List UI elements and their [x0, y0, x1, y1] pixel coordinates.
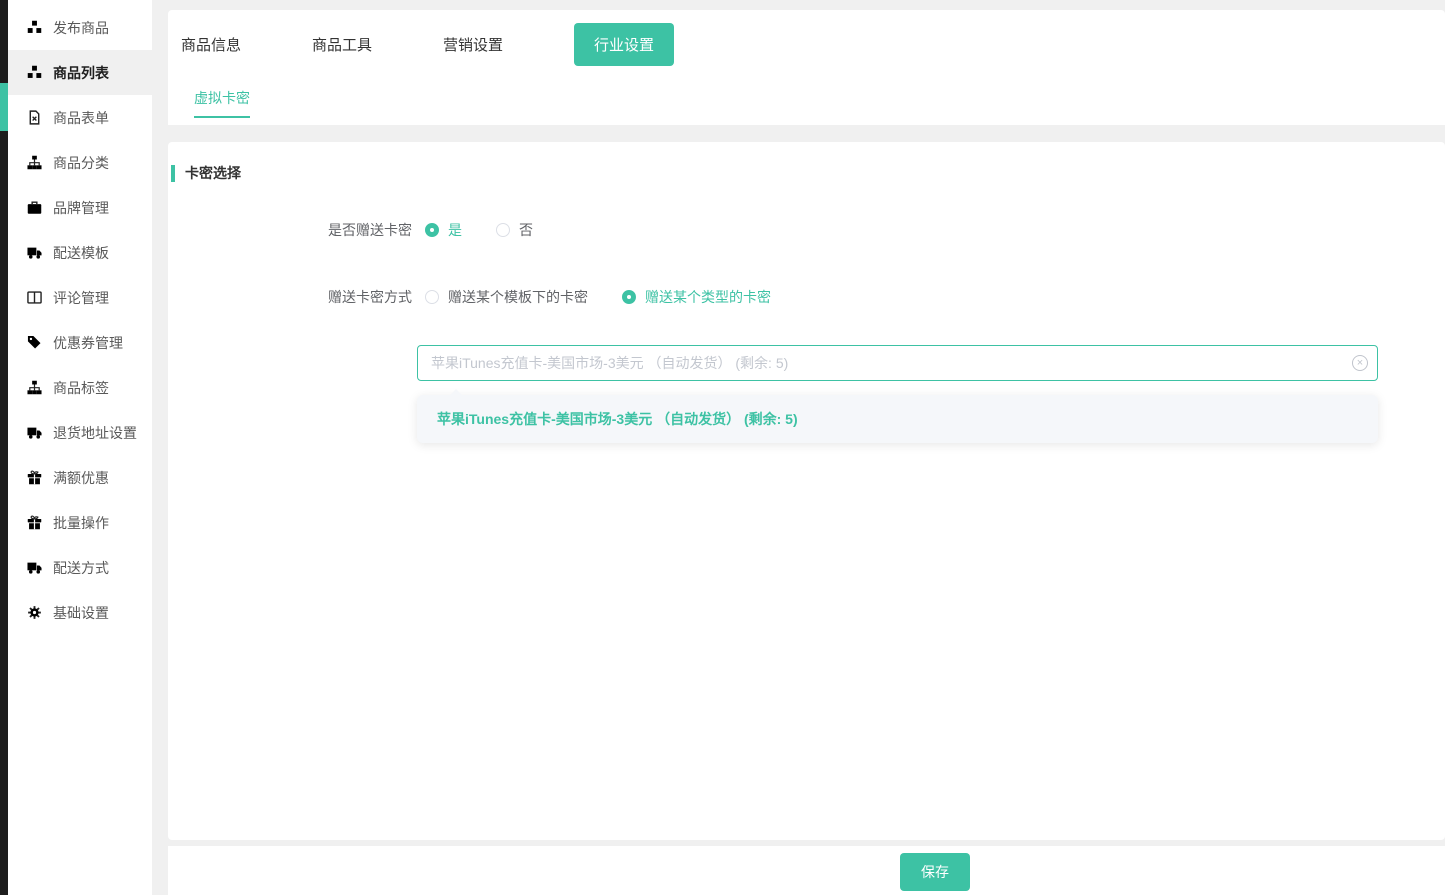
truck-icon — [27, 245, 42, 260]
sidebar-item-return-address-settings[interactable]: 退货地址设置 — [8, 410, 152, 455]
sidebar-item-label: 评论管理 — [53, 288, 109, 308]
form-row-gift-question: 是否赠送卡密 是 否 — [168, 218, 533, 242]
section-title: 卡密选择 — [185, 163, 241, 183]
card-select-field — [417, 345, 1378, 381]
cubes-icon — [27, 65, 42, 80]
sidebar-item-brand-management[interactable]: 品牌管理 — [8, 185, 152, 230]
radio-label: 赠送某个类型的卡密 — [645, 287, 771, 307]
radio-gift-yes[interactable]: 是 — [425, 220, 462, 240]
radio-selected-icon — [425, 223, 439, 237]
radio-label: 赠送某个模板下的卡密 — [448, 287, 588, 307]
gift-method-label: 赠送卡密方式 — [168, 287, 412, 307]
radio-gift-no[interactable]: 否 — [496, 220, 533, 240]
sidebar-item-product-form[interactable]: 商品表单 — [8, 95, 152, 140]
truck-icon — [27, 560, 42, 575]
sidebar-item-label: 发布商品 — [53, 18, 109, 38]
sidebar-item-label: 基础设置 — [53, 603, 109, 623]
sidebar-item-label: 商品列表 — [53, 63, 109, 83]
sitemap-icon — [27, 380, 42, 395]
sidebar-item-label: 商品标签 — [53, 378, 109, 398]
sidebar-item-basic-settings[interactable]: 基础设置 — [8, 590, 152, 635]
card-select-input[interactable] — [417, 345, 1378, 381]
sitemap-icon — [27, 155, 42, 170]
main-area: 商品信息 商品工具 营销设置 行业设置 虚拟卡密 卡密选择 是否赠送卡密 是 否 — [168, 0, 1445, 895]
tabs-row: 商品信息 商品工具 营销设置 行业设置 — [181, 24, 674, 64]
sidebar-item-label: 批量操作 — [53, 513, 109, 533]
content-card: 卡密选择 是否赠送卡密 是 否 赠送卡密方式 赠送某个模板下的卡密 赠送某个类 — [168, 142, 1445, 840]
sidebar-item-product-category[interactable]: 商品分类 — [8, 140, 152, 185]
sidebar-item-label: 商品分类 — [53, 153, 109, 173]
sidebar: 发布商品 商品列表 商品表单 商品分类 品牌管理 配送模板 评论管理 优惠券管理… — [8, 0, 152, 895]
cubes-icon — [27, 20, 42, 35]
footer-bar: 保存 — [168, 846, 1445, 895]
gift-icon — [27, 515, 42, 530]
sidebar-item-coupon-management[interactable]: 优惠券管理 — [8, 320, 152, 365]
truck-icon — [27, 425, 42, 440]
radio-unselected-icon — [496, 223, 510, 237]
sidebar-item-full-discount[interactable]: 满额优惠 — [8, 455, 152, 500]
radio-method-template[interactable]: 赠送某个模板下的卡密 — [425, 287, 588, 307]
sidebar-item-label: 品牌管理 — [53, 198, 109, 218]
sidebar-item-product-tags[interactable]: 商品标签 — [8, 365, 152, 410]
columns-icon — [27, 290, 42, 305]
briefcase-icon — [27, 200, 42, 215]
tab-header-card: 商品信息 商品工具 营销设置 行业设置 虚拟卡密 — [168, 10, 1445, 125]
sidebar-item-label: 配送方式 — [53, 558, 109, 578]
tab-product-info[interactable]: 商品信息 — [181, 34, 241, 55]
save-button[interactable]: 保存 — [900, 853, 970, 891]
dropdown-option[interactable]: 苹果iTunes充值卡-美国市场-3美元 （自动发货） (剩余: 5) — [417, 395, 1378, 443]
clear-icon[interactable] — [1352, 355, 1368, 371]
tab-marketing-settings[interactable]: 营销设置 — [443, 34, 503, 55]
form-row-gift-method: 赠送卡密方式 赠送某个模板下的卡密 赠送某个类型的卡密 — [168, 285, 771, 309]
gift-question-label: 是否赠送卡密 — [168, 220, 412, 240]
radio-selected-icon — [622, 290, 636, 304]
radio-method-type[interactable]: 赠送某个类型的卡密 — [622, 287, 771, 307]
sidebar-item-label: 满额优惠 — [53, 468, 109, 488]
sidebar-item-label: 配送模板 — [53, 243, 109, 263]
radio-label: 是 — [448, 220, 462, 240]
tags-icon — [27, 335, 42, 350]
gear-icon — [27, 605, 42, 620]
sidebar-item-label: 退货地址设置 — [53, 423, 137, 443]
file-icon — [27, 110, 42, 125]
sidebar-item-publish-product[interactable]: 发布商品 — [8, 5, 152, 50]
tab-product-tools[interactable]: 商品工具 — [312, 34, 372, 55]
section-accent-bar — [171, 165, 175, 182]
tab-industry-settings[interactable]: 行业设置 — [574, 23, 674, 66]
nav-rail-indicator — [0, 83, 8, 131]
subtab-virtual-card[interactable]: 虚拟卡密 — [194, 88, 250, 118]
sidebar-item-comment-management[interactable]: 评论管理 — [8, 275, 152, 320]
sidebar-item-delivery-method[interactable]: 配送方式 — [8, 545, 152, 590]
section-header: 卡密选择 — [171, 163, 241, 183]
collapsed-nav-rail — [0, 0, 8, 895]
sidebar-item-label: 优惠券管理 — [53, 333, 123, 353]
select-dropdown-panel: 苹果iTunes充值卡-美国市场-3美元 （自动发货） (剩余: 5) — [417, 395, 1378, 443]
radio-label: 否 — [519, 220, 533, 240]
radio-unselected-icon — [425, 290, 439, 304]
gift-icon — [27, 470, 42, 485]
sidebar-item-delivery-template[interactable]: 配送模板 — [8, 230, 152, 275]
sidebar-item-batch-operations[interactable]: 批量操作 — [8, 500, 152, 545]
sidebar-item-product-list[interactable]: 商品列表 — [8, 50, 152, 95]
sidebar-item-label: 商品表单 — [53, 108, 109, 128]
